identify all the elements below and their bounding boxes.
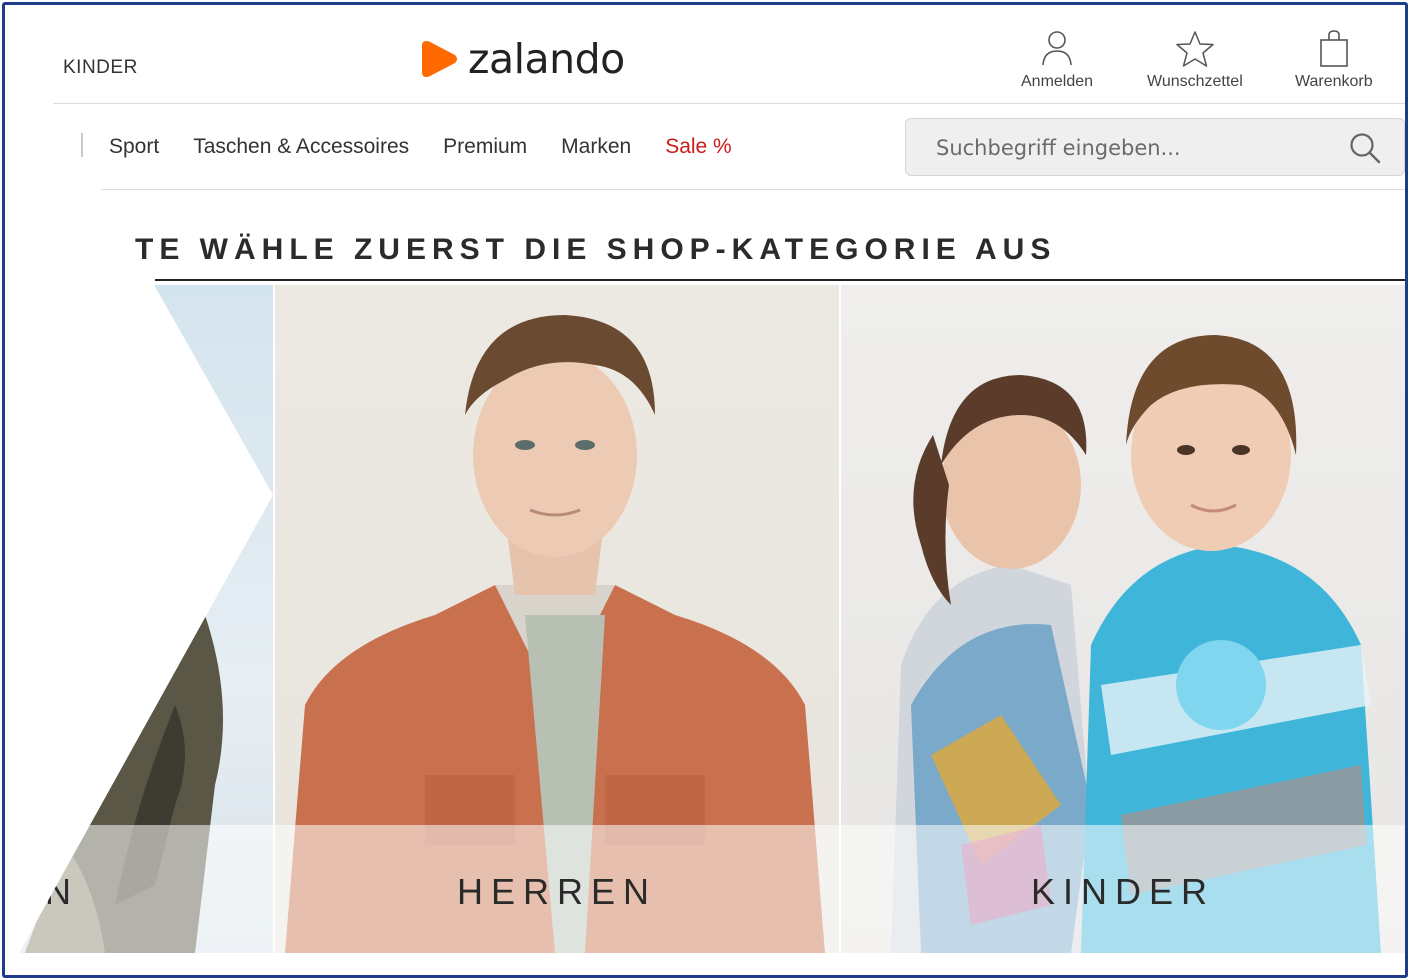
wishlist-button[interactable]: Wunschzettel bbox=[1147, 29, 1243, 91]
login-label: Anmelden bbox=[1021, 73, 1094, 90]
star-icon bbox=[1176, 31, 1214, 67]
play-logo-icon bbox=[422, 41, 457, 77]
search-icon[interactable] bbox=[1348, 131, 1382, 165]
category-nav: Sport Taschen & Accessoires Premium Mark… bbox=[109, 135, 732, 159]
nav-item-sport[interactable]: Sport bbox=[109, 135, 159, 159]
browser-viewport: KINDER zalando Anmelden Wunschzettel War… bbox=[2, 2, 1408, 978]
headline-underline bbox=[155, 279, 1405, 281]
search-box bbox=[905, 118, 1405, 176]
nav-divider bbox=[101, 189, 1405, 190]
category-tile-herren[interactable]: HERREN bbox=[275, 285, 839, 953]
header-divider bbox=[53, 103, 1405, 104]
shopping-bag-icon bbox=[1320, 30, 1348, 67]
logo-wordmark: zalando bbox=[468, 34, 625, 83]
category-label-kinder: KINDER bbox=[1030, 871, 1216, 912]
category-label-herren: HERREN bbox=[456, 871, 657, 912]
nav-item-premium[interactable]: Premium bbox=[443, 135, 527, 159]
nav-item-taschen-accessoires[interactable]: Taschen & Accessoires bbox=[193, 135, 409, 159]
wishlist-label: Wunschzettel bbox=[1147, 73, 1243, 90]
page-headline: TE WÄHLE ZUERST DIE SHOP-KATEGORIE AUS bbox=[135, 233, 1057, 266]
nav-item-marken[interactable]: Marken bbox=[561, 135, 631, 159]
login-button[interactable]: Anmelden bbox=[1021, 29, 1093, 91]
nav-item-sale[interactable]: Sale % bbox=[665, 135, 732, 159]
nav-link-kinder[interactable]: KINDER bbox=[63, 57, 138, 79]
nav-scroll-edge bbox=[81, 133, 83, 157]
zalando-logo[interactable]: zalando bbox=[420, 37, 625, 81]
search-input[interactable] bbox=[936, 133, 1316, 163]
user-icon bbox=[1042, 31, 1072, 66]
cart-label: Warenkorb bbox=[1295, 73, 1373, 90]
chevron-right-overlay bbox=[5, 283, 273, 953]
cart-button[interactable]: Warenkorb bbox=[1295, 29, 1373, 91]
category-tile-kinder[interactable]: KINDER bbox=[841, 285, 1405, 953]
